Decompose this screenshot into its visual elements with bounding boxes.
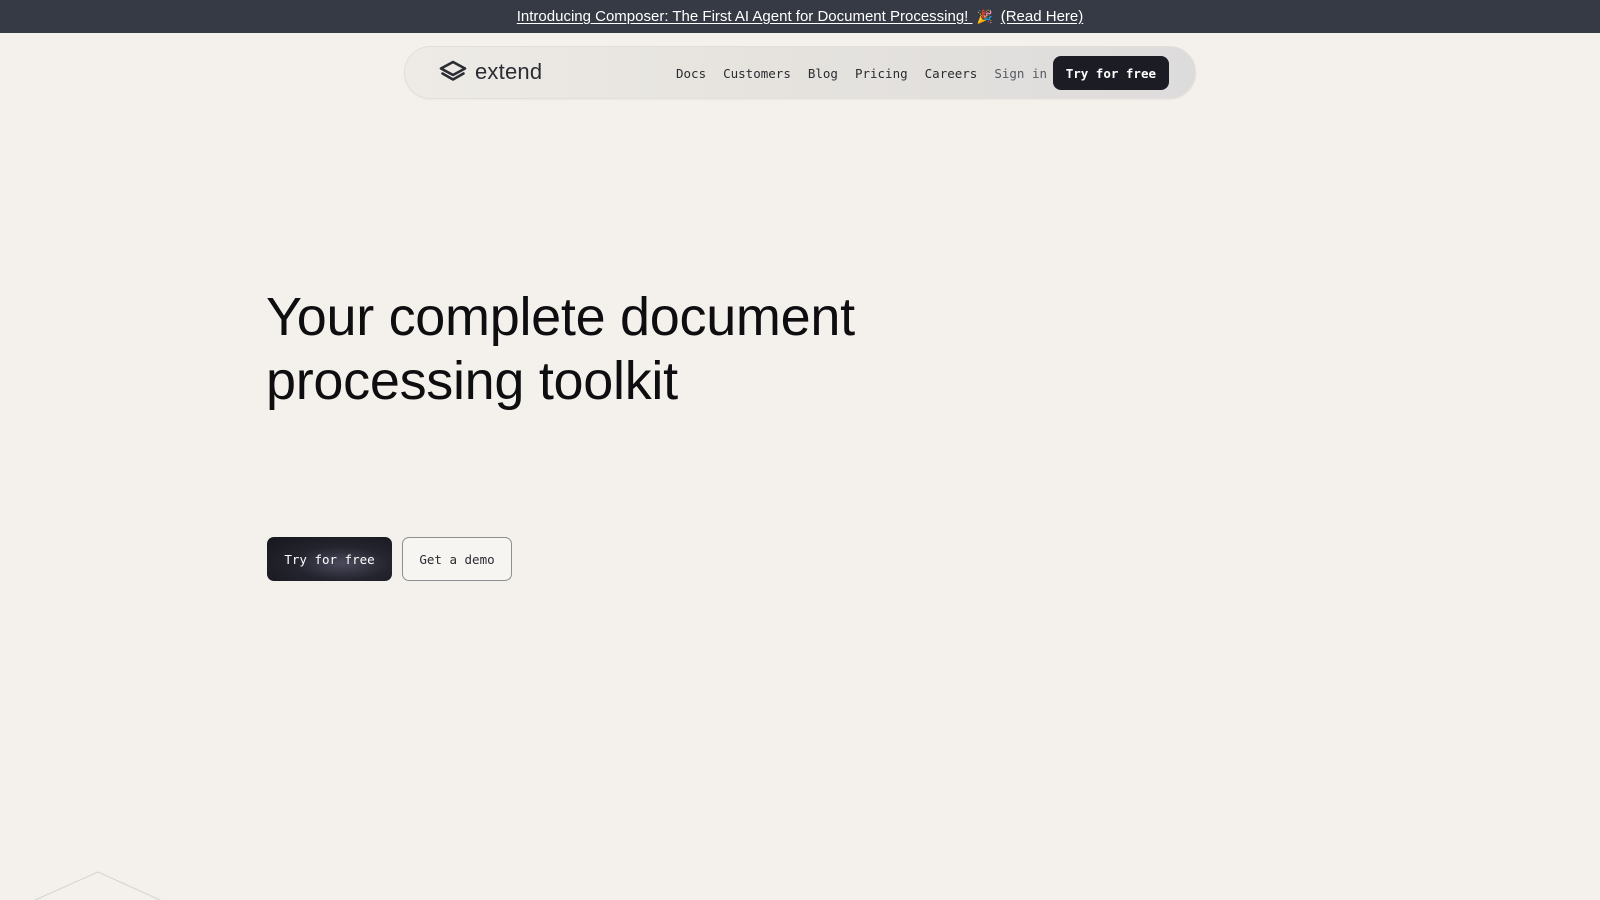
nav-link-sign-in[interactable]: Sign in	[994, 66, 1047, 81]
nav-link-docs[interactable]: Docs	[676, 66, 706, 81]
hero-title-line-2: processing toolkit	[266, 351, 678, 411]
party-popper-icon: 🎉	[976, 9, 993, 24]
hero-title: Your complete document processing toolki…	[266, 285, 966, 413]
decorative-outline-shape	[34, 871, 161, 900]
nav-link-pricing[interactable]: Pricing	[855, 66, 908, 81]
nav-link-careers[interactable]: Careers	[925, 66, 978, 81]
announcement-text: Introducing Composer: The First AI Agent…	[516, 8, 969, 25]
hero-title-line-1: Your complete document	[266, 287, 855, 347]
nav-links: Docs Customers Blog Pricing Careers Sign…	[676, 47, 1064, 100]
nav-link-customers[interactable]: Customers	[723, 66, 791, 81]
announcement-bar: Introducing Composer: The First AI Agent…	[0, 0, 1600, 33]
nav-link-blog[interactable]: Blog	[808, 66, 838, 81]
hero-get-a-demo-button[interactable]: Get a demo	[402, 537, 512, 581]
announcement-link[interactable]: Introducing Composer: The First AI Agent…	[517, 8, 1084, 25]
hero-try-for-free-button[interactable]: Try for free	[267, 537, 392, 581]
extend-logo-icon	[439, 60, 467, 81]
brand-name: extend	[475, 59, 543, 84]
announcement-read-here: (Read Here)	[1000, 8, 1084, 25]
nav-try-for-free-button[interactable]: Try for free	[1052, 56, 1169, 90]
brand-logo-link[interactable]: extend	[439, 59, 542, 85]
top-navigation: extend Docs Customers Blog Pricing Caree…	[404, 46, 1196, 99]
